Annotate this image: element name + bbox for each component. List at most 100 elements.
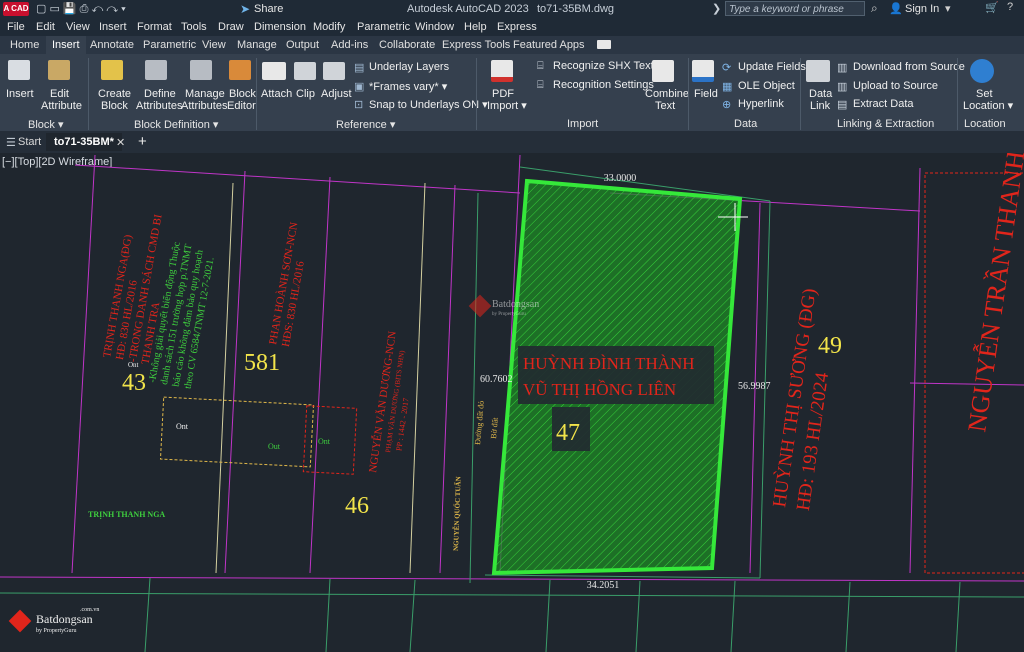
attach-button[interactable]: Attach <box>261 88 292 100</box>
menu-format[interactable]: Format <box>137 21 172 33</box>
share-button[interactable]: Share <box>254 3 283 15</box>
ont-label-43: Ont <box>128 361 139 369</box>
underlay-layers-button[interactable]: Underlay Layers <box>369 61 449 73</box>
out-label: Out <box>268 442 281 451</box>
menu-window[interactable]: Window <box>415 21 454 33</box>
tab-view[interactable]: View <box>202 39 226 51</box>
ont-label: Ont <box>176 422 189 431</box>
menu-file[interactable]: File <box>7 21 25 33</box>
menu-draw[interactable]: Draw <box>218 21 244 33</box>
set-location-line2[interactable]: Location ▾ <box>963 100 1013 112</box>
update-fields-icon: ⟳ <box>722 62 732 74</box>
dim-left: 60.7602 <box>480 374 513 385</box>
menu-parametric[interactable]: Parametric <box>357 21 410 33</box>
block-editor-line2[interactable]: Editor <box>227 100 256 112</box>
field-button[interactable]: Field <box>694 88 718 100</box>
ole-object-icon: ▦ <box>722 81 733 93</box>
define-attributes-line2[interactable]: Attributes <box>136 100 182 112</box>
data-link-line2[interactable]: Link <box>810 100 830 112</box>
extract-data-button[interactable]: Extract Data <box>853 98 914 110</box>
manage-attributes-line2[interactable]: Attributes <box>181 100 227 112</box>
menu-icon[interactable]: ☰ <box>6 136 16 149</box>
combine-text-line1[interactable]: Combine <box>645 88 689 100</box>
svg-text:Batdongsan: Batdongsan <box>36 612 93 626</box>
menu-express[interactable]: Express <box>497 21 537 33</box>
ribbon-separator <box>256 58 257 130</box>
tab-insert[interactable]: Insert <box>46 36 86 54</box>
owner-line-2: VŨ THỊ HỒNG LIÊN <box>523 380 676 399</box>
tab-start[interactable]: Start <box>18 136 41 148</box>
manage-attributes-line1[interactable]: Manage <box>185 88 225 100</box>
recognize-shx-button[interactable]: Recognize SHX Text <box>553 60 654 72</box>
create-block-line2[interactable]: Block <box>101 100 128 112</box>
tab-annotate[interactable]: Annotate <box>90 39 134 51</box>
tab-featured-apps[interactable]: Featured Apps <box>513 39 585 51</box>
block-editor-line1[interactable]: Block <box>229 88 256 100</box>
recognition-settings-button[interactable]: Recognition Settings <box>553 79 654 91</box>
data-link-line1[interactable]: Data <box>809 88 832 100</box>
sign-in-button[interactable]: Sign In <box>905 3 939 15</box>
lot-43-number: 43 <box>122 370 146 396</box>
update-fields-button[interactable]: Update Fields <box>738 61 806 73</box>
ole-object-button[interactable]: OLE Object <box>738 80 795 92</box>
tab-express-tools[interactable]: Express Tools <box>442 39 510 51</box>
group-reference-label[interactable]: Reference ▾ <box>336 118 395 131</box>
tab-manage[interactable]: Manage <box>237 39 277 51</box>
adjust-button[interactable]: Adjust <box>321 88 352 100</box>
menu-help[interactable]: Help <box>464 21 487 33</box>
frames-vary-dropdown[interactable]: *Frames vary* ▾ <box>369 80 447 93</box>
search-icon[interactable]: ⌕ <box>871 1 878 16</box>
menu-view[interactable]: View <box>66 21 90 33</box>
menu-dimension[interactable]: Dimension <box>254 21 306 33</box>
create-block-line1[interactable]: Create <box>98 88 131 100</box>
tab-parametric[interactable]: Parametric <box>143 39 196 51</box>
drawing-canvas[interactable]: [−][Top][2D Wireframe] 33.0000 34.2051 6… <box>0 153 1024 652</box>
tab-add-ins[interactable]: Add-ins <box>331 39 368 51</box>
dim-bottom: 34.2051 <box>587 580 620 591</box>
upload-to-source-button[interactable]: Upload to Source <box>853 80 938 92</box>
tab-home[interactable]: Home <box>10 39 39 51</box>
ribbon-toggle-icon[interactable] <box>597 40 611 49</box>
close-tab-icon[interactable]: ✕ <box>116 136 125 149</box>
lot-581-number: 581 <box>244 350 280 376</box>
edit-attribute-button-line2[interactable]: Attribute <box>41 100 82 112</box>
cart-icon[interactable]: 🛒 <box>985 1 999 14</box>
tab-output[interactable]: Output <box>286 39 319 51</box>
nguyen-quoc-tuan-label: NGUYỄN QUỐC TUẤN <box>452 476 463 551</box>
expand-icon[interactable]: ❯ <box>712 2 721 15</box>
dropdown-icon[interactable]: ▾ <box>945 2 951 15</box>
menu-edit[interactable]: Edit <box>36 21 55 33</box>
group-block-label[interactable]: Block ▾ <box>28 118 63 131</box>
menu-tools[interactable]: Tools <box>181 21 207 33</box>
upload-icon: ▥ <box>837 81 848 93</box>
define-attributes-line1[interactable]: Define <box>144 88 176 100</box>
search-input[interactable]: Type a keyword or phrase <box>725 1 865 16</box>
combine-text-line2[interactable]: Text <box>655 100 675 112</box>
group-block-definition-label[interactable]: Block Definition ▾ <box>134 118 218 131</box>
extract-data-icon: ▤ <box>837 99 848 111</box>
hyperlink-button[interactable]: Hyperlink <box>738 98 784 110</box>
ribbon-separator <box>688 58 689 130</box>
block-editor-icon <box>229 60 251 80</box>
edit-attribute-button-line1[interactable]: Edit <box>50 88 69 100</box>
pdf-import-line2[interactable]: Import ▾ <box>487 100 527 112</box>
huynh-thi-suong-annotation: HUỲNH THỊ SƯƠNG (ĐG) HĐ: 193 HL/2024 <box>768 287 833 512</box>
insert-block-icon <box>8 60 30 80</box>
set-location-line1[interactable]: Set <box>976 88 993 100</box>
insert-button[interactable]: Insert <box>6 88 34 100</box>
menu-modify[interactable]: Modify <box>313 21 345 33</box>
quick-access-toolbar[interactable]: ▢ ▭ 💾 ⎙ ↶ ↷ ▾ <box>36 2 126 16</box>
snap-to-underlays-dropdown[interactable]: Snap to Underlays ON ▾ <box>369 98 488 111</box>
ribbon-separator <box>800 58 801 130</box>
autocad-logo[interactable]: A CAD <box>3 2 29 16</box>
group-import-label: Import <box>567 118 599 130</box>
pdf-import-line1[interactable]: PDF <box>492 88 514 100</box>
tab-collaborate[interactable]: Collaborate <box>379 39 435 51</box>
clip-button[interactable]: Clip <box>296 88 315 100</box>
group-location-label: Location <box>964 118 1006 130</box>
menu-insert[interactable]: Insert <box>99 21 127 33</box>
tab-drawing-active[interactable]: to71-35BM* <box>46 133 122 151</box>
download-from-source-button[interactable]: Download from Source <box>853 61 965 73</box>
help-icon[interactable]: ? <box>1007 1 1013 13</box>
new-tab-icon[interactable]: + <box>138 133 147 150</box>
